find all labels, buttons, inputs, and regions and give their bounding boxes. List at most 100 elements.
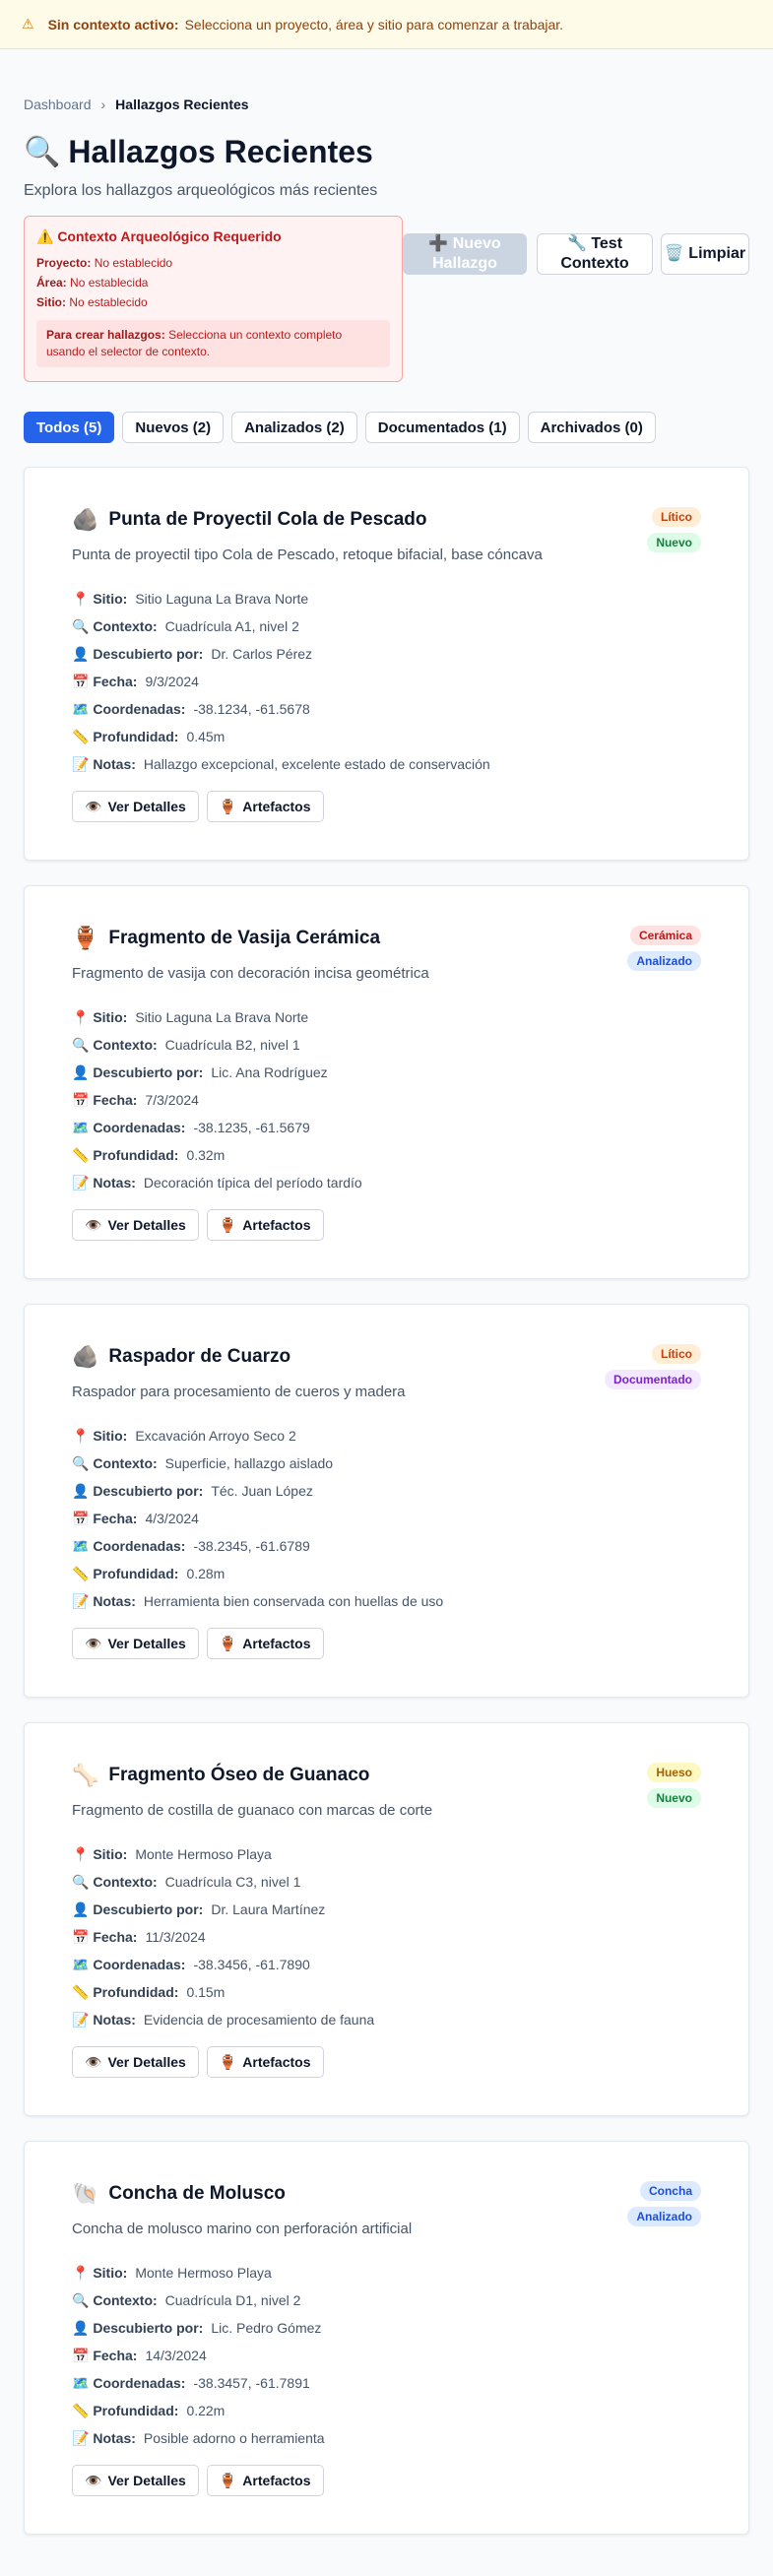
field-value: Posible adorno o herramienta <box>143 2430 325 2446</box>
field-label: Coordenadas: <box>93 1538 186 1554</box>
view-details-button[interactable]: 👁️ Ver Detalles <box>72 2046 199 2078</box>
field-site: 📍 Sitio: Monte Hermoso Playa <box>72 2259 701 2286</box>
field-value: 9/3/2024 <box>145 674 199 689</box>
project-value: No establecido <box>94 256 173 270</box>
view-details-label: Ver Detalles <box>107 1636 186 1651</box>
finding-actions: 👁️ Ver Detalles 🏺 Artefactos <box>72 1209 701 1241</box>
field-value: -38.1235, -61.5679 <box>193 1120 310 1135</box>
field-value: Decoración típica del período tardío <box>143 1175 362 1191</box>
calendar-icon: 📅 <box>72 674 90 689</box>
field-site: 📍 Sitio: Excavación Arroyo Seco 2 <box>72 1422 701 1449</box>
finding-description: Concha de molusco marino con perforación… <box>72 2221 413 2237</box>
findings-list: 🪨 Punta de Proyectil Cola de Pescado Lít… <box>24 467 749 2535</box>
person-icon: 👤 <box>72 1064 90 1080</box>
clear-button[interactable]: 🗑️ Limpiar <box>661 233 749 275</box>
ruler-icon: 📏 <box>72 1984 90 2000</box>
view-details-button[interactable]: 👁️ Ver Detalles <box>72 1209 199 1241</box>
field-value: Dr. Carlos Pérez <box>211 646 313 662</box>
context-site-line: Sitio: No establecido <box>36 292 390 312</box>
field-label: Notas: <box>93 2430 136 2446</box>
field-value: Sitio Laguna La Brava Norte <box>135 1009 309 1025</box>
field-depth: 📏 Profundidad: 0.22m <box>72 2397 701 2424</box>
field-discovered-by: 👤 Descubierto por: Téc. Juan López <box>72 1477 701 1505</box>
artifacts-button[interactable]: 🏺 Artefactos <box>206 1628 324 1659</box>
vase-icon: 🏺 <box>219 2472 237 2488</box>
view-details-button[interactable]: 👁️ Ver Detalles <box>72 1628 199 1659</box>
field-label: Contexto: <box>93 1455 158 1471</box>
artifacts-label: Artefactos <box>242 1636 311 1651</box>
finding-card: 🐚 Concha de Molusco Concha Analizado Con… <box>24 2141 749 2535</box>
field-value: Cuadrícula C3, nivel 1 <box>164 1874 301 1890</box>
field-label: Coordenadas: <box>93 701 186 717</box>
context-required-title: ⚠️ Contexto Arqueológico Requerido <box>36 228 282 244</box>
field-value: 7/3/2024 <box>145 1092 199 1108</box>
type-badge: Hueso <box>647 1763 701 1782</box>
memo-icon: 📝 <box>72 1175 90 1191</box>
status-badge: Analizado <box>627 2207 701 2226</box>
finding-fields: 📍 Sitio: Monte Hermoso Playa 🔍 Contexto: C… <box>72 2259 701 2452</box>
status-tabs: Todos (5) Nuevos (2) Analizados (2) Docu… <box>24 412 749 443</box>
field-value: -38.1234, -61.5678 <box>193 701 310 717</box>
tab-archived[interactable]: Archivados (0) <box>527 412 656 443</box>
field-value: 0.32m <box>186 1147 225 1163</box>
context-required-box: ⚠️ Contexto Arqueológico Requerido Proye… <box>24 216 403 382</box>
eye-icon: 👁️ <box>85 2053 102 2070</box>
field-label: Profundidad: <box>93 1147 179 1163</box>
status-badge: Nuevo <box>647 1788 701 1808</box>
field-context: 🔍 Contexto: Superficie, hallazgo aislado <box>72 1449 701 1477</box>
field-discovered-by: 👤 Descubierto por: Lic. Ana Rodríguez <box>72 1059 701 1086</box>
type-badge: Lítico <box>652 507 701 527</box>
field-notes: 📝 Notas: Hallazgo excepcional, excelente … <box>72 750 701 778</box>
field-notes: 📝 Notas: Decoración típica del período ta… <box>72 1169 701 1196</box>
field-notes: 📝 Notas: Posible adorno o herramienta <box>72 2424 701 2452</box>
test-context-button[interactable]: 🔧 Test Contexto <box>537 233 653 275</box>
vase-icon: 🏺 <box>219 798 237 814</box>
warning-icon: ⚠ <box>22 16 34 32</box>
field-depth: 📏 Profundidad: 0.45m <box>72 723 701 750</box>
artifacts-button[interactable]: 🏺 Artefactos <box>206 2046 324 2078</box>
status-badge: Nuevo <box>647 533 701 552</box>
view-details-button[interactable]: 👁️ Ver Detalles <box>72 2465 199 2496</box>
field-date: 📅 Fecha: 14/3/2024 <box>72 2342 701 2369</box>
area-label: Área: <box>36 276 67 290</box>
finding-type-icon: 🦴 <box>72 1763 99 1787</box>
finding-badges: Lítico Documentado <box>604 1344 701 1395</box>
field-label: Descubierto por: <box>93 1064 204 1080</box>
field-date: 📅 Fecha: 9/3/2024 <box>72 668 701 695</box>
finding-header: 🐚 Concha de Molusco <box>72 2181 701 2207</box>
field-label: Descubierto por: <box>93 2320 204 2336</box>
pin-icon: 📍 <box>72 1009 90 1025</box>
context-area-line: Área: No establecida <box>36 273 390 292</box>
view-details-label: Ver Detalles <box>107 1217 186 1233</box>
breadcrumb-current: Hallazgos Recientes <box>115 97 249 112</box>
finding-type-icon: 🏺 <box>72 926 99 950</box>
finding-fields: 📍 Sitio: Excavación Arroyo Seco 2 🔍 Conte… <box>72 1422 701 1615</box>
breadcrumb-dashboard[interactable]: Dashboard <box>24 97 92 112</box>
field-label: Sitio: <box>93 2265 128 2281</box>
field-site: 📍 Sitio: Sitio Laguna La Brava Norte <box>72 1003 701 1031</box>
finding-title: Fragmento Óseo de Guanaco <box>108 1765 370 1785</box>
artifacts-button[interactable]: 🏺 Artefactos <box>206 2465 324 2496</box>
new-finding-button[interactable]: ➕ Nuevo Hallazgo <box>403 233 527 275</box>
artifacts-button[interactable]: 🏺 Artefactos <box>206 791 324 822</box>
tab-documented[interactable]: Documentados (1) <box>364 412 520 443</box>
artifacts-button[interactable]: 🏺 Artefactos <box>206 1209 324 1241</box>
artifacts-label: Artefactos <box>242 799 311 814</box>
finding-card: 🪨 Raspador de Cuarzo Lítico Documentado … <box>24 1304 749 1698</box>
field-value: 14/3/2024 <box>145 2348 207 2363</box>
main-content: Dashboard › Hallazgos Recientes 🔍 Hallaz… <box>0 97 773 2535</box>
view-details-button[interactable]: 👁️ Ver Detalles <box>72 791 199 822</box>
type-badge: Cerámica <box>629 926 701 945</box>
field-context: 🔍 Contexto: Cuadrícula A1, nivel 2 <box>72 612 701 640</box>
tab-analyzed[interactable]: Analizados (2) <box>231 412 357 443</box>
tab-new[interactable]: Nuevos (2) <box>122 412 225 443</box>
pin-icon: 📍 <box>72 591 90 607</box>
field-notes: 📝 Notas: Evidencia de procesamiento de fa… <box>72 2006 701 2033</box>
magnifier-icon: 🔍 <box>72 1874 90 1890</box>
tab-all[interactable]: Todos (5) <box>24 412 115 443</box>
calendar-icon: 📅 <box>72 1511 90 1526</box>
magnifier-icon: 🔍 <box>24 136 61 168</box>
map-icon: 🗺️ <box>72 2375 90 2391</box>
field-label: Coordenadas: <box>93 2375 186 2391</box>
field-value: 0.22m <box>186 2403 225 2418</box>
